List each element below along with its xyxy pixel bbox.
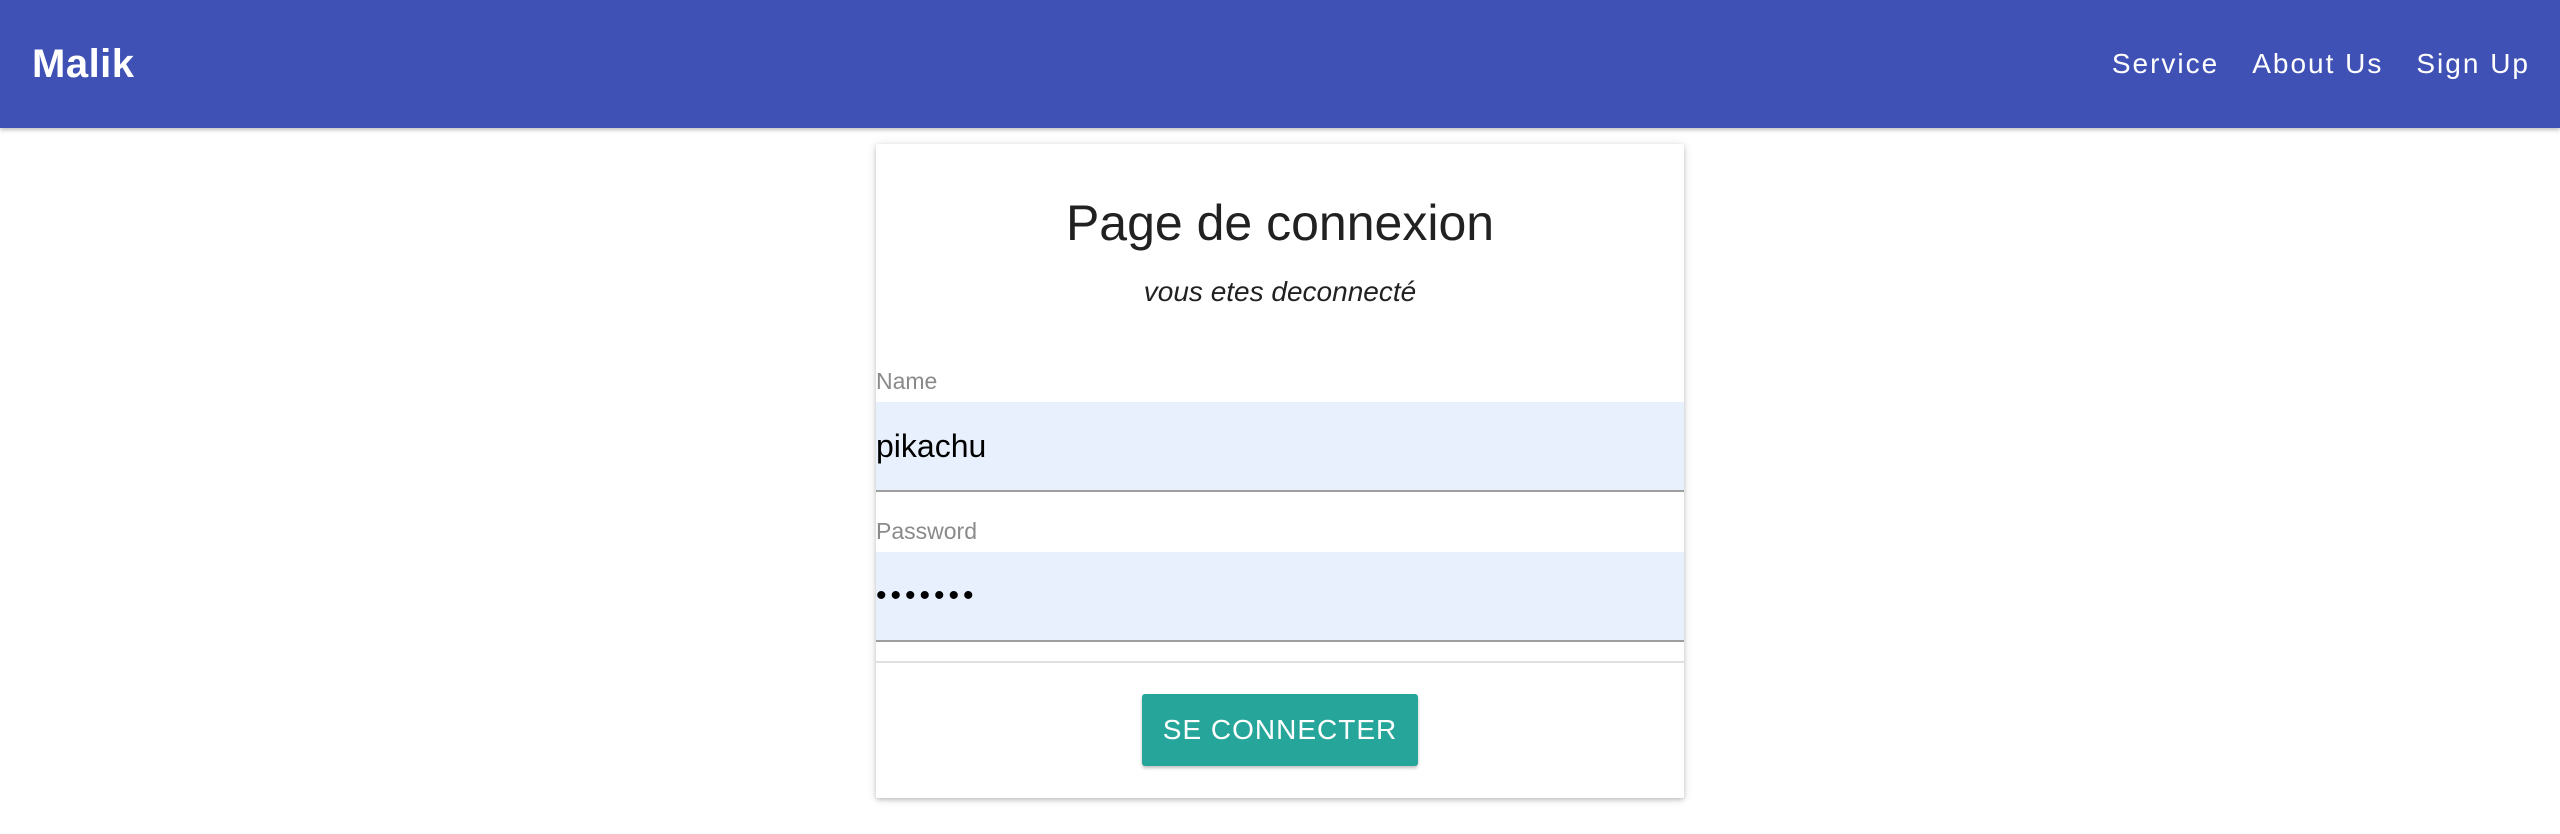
page-title: Page de connexion (1065, 195, 1495, 251)
nav-link-about-us[interactable]: About Us (2252, 48, 2383, 80)
name-input[interactable] (876, 402, 1684, 492)
login-button[interactable]: SE CONNECTER (1142, 694, 1418, 766)
nav-link-sign-up[interactable]: Sign Up (2416, 48, 2530, 80)
nav-links: Service About Us Sign Up (2079, 0, 2530, 128)
password-label: Password (876, 518, 977, 544)
nav-link-service[interactable]: Service (2112, 48, 2219, 80)
logout-status-text: vous etes deconnecté (1143, 276, 1417, 307)
card-divider (876, 661, 1684, 663)
login-card: Page de connexion vous etes deconnecté N… (876, 144, 1684, 798)
password-input[interactable] (876, 552, 1684, 642)
name-label: Name (876, 368, 938, 394)
top-navbar: Malik Service About Us Sign Up (0, 0, 2560, 128)
brand-logo-link[interactable]: Malik (32, 0, 135, 128)
